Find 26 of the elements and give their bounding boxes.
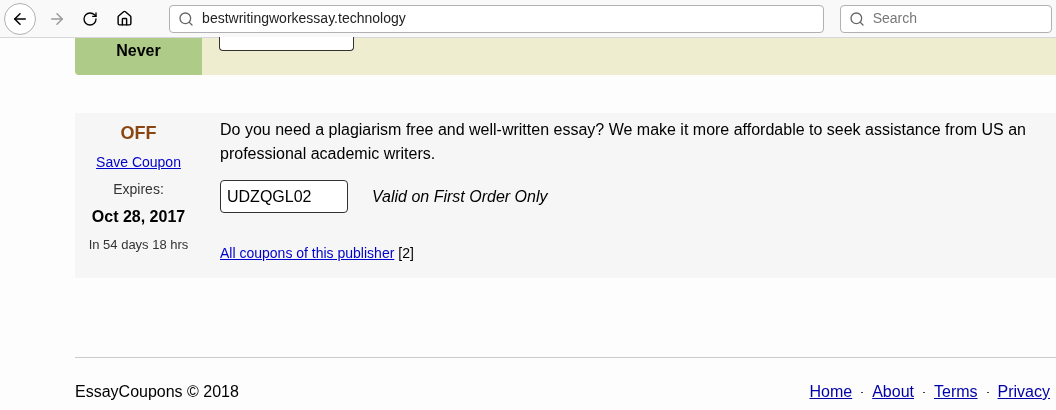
footer-link[interactable]: Home (809, 380, 853, 404)
search-icon (178, 10, 195, 27)
footer-link[interactable]: About (872, 380, 914, 404)
expiry-text: Never (116, 41, 161, 61)
copyright-text: EssayCoupons © 2018 (75, 382, 239, 402)
home-icon (115, 10, 133, 27)
coupon-count: [2] (398, 244, 414, 263)
expiry-date: Oct 28, 2017 (91, 207, 186, 227)
back-button[interactable] (4, 2, 36, 35)
search-field[interactable]: Search (872, 8, 1043, 29)
search-icon (848, 10, 865, 27)
footer-link[interactable]: Privacy (997, 380, 1050, 404)
expires-label: Expires: (113, 180, 164, 199)
coupon-code-field[interactable]: UDZQGL02 (220, 180, 348, 213)
time-remaining: In 54 days 18 hrs (88, 236, 189, 254)
description-text: Do you need a plagiarism free and well-written essay? We make it more affordable to seek assistance from US an (220, 120, 1027, 140)
discount-label: OFF (120, 122, 157, 145)
footer-link[interactable]: Terms (934, 380, 978, 404)
url-text: bestwritingworkessay.technology (202, 9, 406, 28)
publisher-coupons-link[interactable]: All coupons of this publisher (220, 243, 395, 264)
coupon-condition: Valid on First Order Only (372, 186, 548, 207)
save-coupon-link[interactable]: Save Coupon (96, 152, 181, 173)
address-bar[interactable]: bestwritingworkessay.technology (169, 4, 824, 33)
description-text: professional academic writers. (220, 144, 437, 164)
search-box[interactable]: Search (839, 4, 1052, 33)
reload-icon (82, 10, 99, 27)
